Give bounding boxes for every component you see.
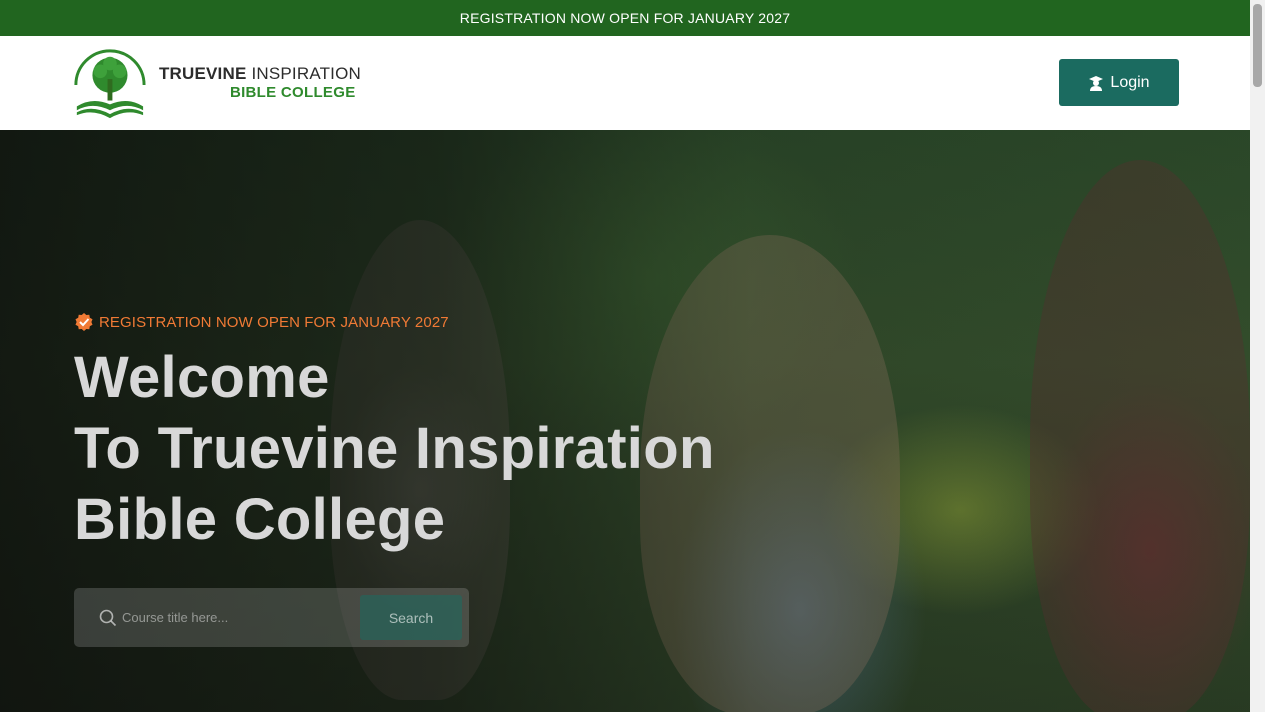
user-graduate-icon — [1089, 75, 1104, 91]
headline-line-3: Bible College — [74, 487, 446, 552]
login-label: Login — [1110, 73, 1150, 91]
site-header: TRUEVINE INSPIRATION BIBLE COLLEGE Login — [0, 36, 1250, 130]
page-scrollbar[interactable] — [1250, 0, 1265, 712]
announcement-bar: REGISTRATION NOW OPEN FOR JANUARY 2027 — [0, 0, 1250, 36]
hero-headline: Welcome To Truevine Inspiration Bible Co… — [74, 342, 774, 555]
headline-line-1: Welcome — [74, 345, 330, 410]
hero-banner: REGISTRATION NOW OPEN FOR JANUARY 2027 W… — [0, 130, 1250, 712]
course-search-input[interactable] — [122, 605, 352, 629]
search-icon — [99, 609, 117, 627]
logo-name-bold: TRUEVINE — [158, 63, 247, 83]
headline-line-2: To Truevine Inspiration — [74, 416, 715, 481]
logo-line-2: BIBLE COLLEGE — [229, 84, 356, 102]
course-search-form: Search — [74, 588, 469, 647]
announcement-text: REGISTRATION NOW OPEN FOR JANUARY 2027 — [459, 10, 791, 26]
logo-name-light: INSPIRATION — [251, 63, 361, 83]
login-button[interactable]: Login — [1059, 59, 1179, 106]
scrollbar-thumb[interactable] — [1253, 4, 1262, 87]
registration-badge: REGISTRATION NOW OPEN FOR JANUARY 2027 — [74, 311, 449, 333]
badge-text: REGISTRATION NOW OPEN FOR JANUARY 2027 — [99, 313, 449, 331]
logo-line-1: TRUEVINE INSPIRATION — [159, 64, 361, 84]
site-logo[interactable]: TRUEVINE INSPIRATION BIBLE COLLEGE — [71, 45, 361, 121]
search-button[interactable]: Search — [360, 595, 462, 640]
logo-wordmark: TRUEVINE INSPIRATION BIBLE COLLEGE — [159, 64, 361, 102]
tree-book-logo-icon — [74, 49, 146, 119]
check-badge-icon — [75, 313, 93, 331]
